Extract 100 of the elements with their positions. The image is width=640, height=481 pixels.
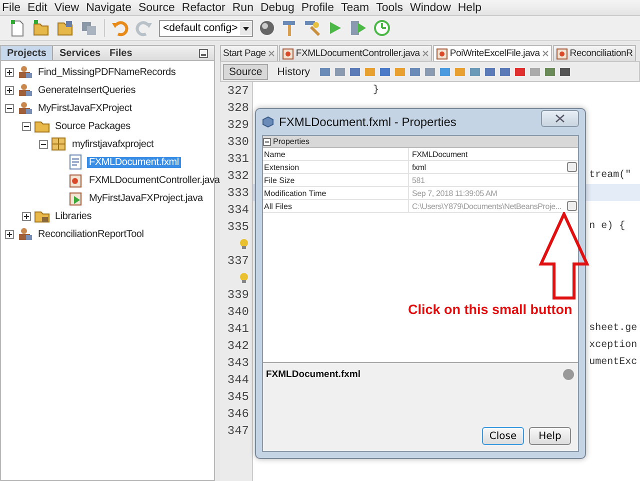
- property-name: Name: [264, 150, 286, 158]
- editor-tab[interactable]: ReconciliationR: [552, 45, 636, 61]
- profile-icon[interactable]: [372, 19, 391, 37]
- toolbar-tool-icon[interactable]: [378, 66, 391, 78]
- editor-tab[interactable]: FXMLDocumentController.java: [278, 45, 432, 61]
- tree-item[interactable]: myfirstjavafxproject: [70, 138, 156, 150]
- menu-item[interactable]: Run: [232, 2, 254, 14]
- line-number: 339: [227, 288, 249, 302]
- project-node-icon: [17, 100, 33, 116]
- menu-item[interactable]: Team: [340, 2, 370, 14]
- panel-tab[interactable]: Files: [103, 46, 154, 60]
- toolbar-tool-icon[interactable]: [408, 66, 421, 78]
- menu-item[interactable]: Navigate: [86, 2, 132, 14]
- undo-icon[interactable]: [111, 19, 129, 37]
- package-node-icon: [51, 136, 67, 152]
- view-toggle[interactable]: History: [271, 64, 316, 80]
- code-text: tream(": [589, 170, 632, 181]
- tree-item[interactable]: Find_MissingPDFNameRecords: [36, 66, 178, 78]
- line-number: 330: [227, 134, 249, 148]
- minimize-icon[interactable]: [199, 48, 208, 58]
- close-button[interactable]: [541, 110, 579, 126]
- toolbar-tool-icon[interactable]: [348, 66, 361, 78]
- debug-icon[interactable]: [348, 19, 367, 37]
- menu-item[interactable]: Tools: [376, 2, 403, 14]
- tree-item[interactable]: FXMLDocumentController.java: [87, 174, 222, 186]
- menu-item[interactable]: Help: [458, 2, 482, 14]
- menu-item[interactable]: Refactor: [182, 2, 226, 14]
- expand-icon[interactable]: [5, 86, 14, 94]
- collapse-icon[interactable]: [5, 104, 14, 112]
- menu-item[interactable]: Window: [410, 2, 451, 14]
- tree-item[interactable]: ReconciliationReportTool: [36, 228, 146, 240]
- open-project-icon[interactable]: [56, 19, 74, 37]
- dialog-button[interactable]: Close: [482, 427, 524, 445]
- toolbar-tool-icon[interactable]: [498, 66, 511, 78]
- expand-icon[interactable]: [5, 230, 14, 238]
- code-text: n e) {: [589, 221, 626, 232]
- toolbar-tool-icon[interactable]: [558, 66, 571, 78]
- toolbar-tool-icon[interactable]: [514, 66, 526, 78]
- editor-tab[interactable]: Start Page: [220, 45, 278, 61]
- property-name: Extension: [264, 162, 300, 172]
- expand-icon[interactable]: [5, 68, 14, 76]
- menu-item[interactable]: View: [54, 2, 80, 14]
- collapse-icon[interactable]: [263, 138, 271, 146]
- line-number: 333: [227, 186, 249, 200]
- collapse-icon[interactable]: [39, 140, 48, 148]
- line-number: 341: [227, 322, 249, 336]
- line-number: 335: [227, 220, 249, 234]
- help-icon[interactable]: [563, 369, 574, 380]
- property-value: FXMLDocument: [412, 150, 468, 158]
- line-number: 327: [227, 84, 249, 98]
- lightbulb-icon[interactable]: [239, 272, 249, 284]
- panel-tab[interactable]: Services: [53, 46, 104, 60]
- collapse-icon[interactable]: [22, 122, 31, 130]
- toolbar-tool-icon[interactable]: [484, 66, 496, 78]
- config-dropdown[interactable]: <default config>: [159, 20, 253, 36]
- line-number: 332: [227, 168, 249, 182]
- close-icon[interactable]: [422, 50, 429, 57]
- panel-tab[interactable]: Projects: [1, 46, 54, 60]
- ellipsis-button[interactable]: [567, 162, 577, 172]
- line-number: 342: [227, 338, 249, 352]
- tree-item[interactable]: Libraries: [53, 210, 94, 222]
- line-number: 334: [227, 202, 249, 216]
- line-number: 345: [227, 390, 249, 404]
- view-toggle[interactable]: Source: [223, 64, 268, 80]
- project-node-icon: [17, 64, 33, 80]
- section-header: Properties: [273, 137, 310, 146]
- property-value: fxml: [412, 162, 427, 172]
- lightbulb-icon[interactable]: [239, 238, 249, 250]
- toolbar-tool-icon[interactable]: [318, 66, 331, 78]
- dialog-button[interactable]: Help: [529, 427, 571, 445]
- editor-tab[interactable]: PoiWriteExcelFile.java: [432, 45, 552, 61]
- new-project-icon[interactable]: [32, 19, 50, 37]
- tree-item[interactable]: GenerateInsertQueries: [36, 84, 138, 96]
- code-text: sheet.ge: [589, 323, 638, 334]
- hammer-icon[interactable]: [280, 19, 297, 37]
- tree-item[interactable]: MyFirstJavaFXProject: [36, 102, 134, 114]
- project-node-icon: [17, 82, 33, 98]
- menu-item[interactable]: Debug: [260, 2, 294, 14]
- annotation-text: Click on this small button: [408, 302, 572, 317]
- menu-item[interactable]: File: [2, 2, 21, 14]
- tree-item[interactable]: Source Packages: [53, 120, 132, 132]
- redo-icon[interactable]: [135, 19, 153, 37]
- toolbar-tool-icon[interactable]: [544, 66, 556, 78]
- line-number: 343: [227, 356, 249, 370]
- tree-item[interactable]: MyFirstJavaFXProject.java: [87, 192, 205, 204]
- clean-build-icon[interactable]: [302, 19, 321, 37]
- menu-item[interactable]: Profile: [301, 2, 334, 14]
- close-project-icon[interactable]: [80, 19, 98, 37]
- menu-item[interactable]: Source: [138, 2, 175, 14]
- java-file-icon: [282, 48, 294, 60]
- project-node-icon: [17, 226, 33, 242]
- close-icon[interactable]: [268, 50, 275, 57]
- ellipsis-button[interactable]: [567, 201, 577, 211]
- new-file-icon[interactable]: [8, 19, 26, 37]
- menu-item[interactable]: Edit: [28, 2, 48, 14]
- close-icon[interactable]: [542, 50, 549, 57]
- globe-icon[interactable]: [258, 20, 275, 36]
- main-node-icon: [68, 190, 84, 206]
- expand-icon[interactable]: [22, 212, 31, 220]
- line-number: 328: [227, 100, 249, 114]
